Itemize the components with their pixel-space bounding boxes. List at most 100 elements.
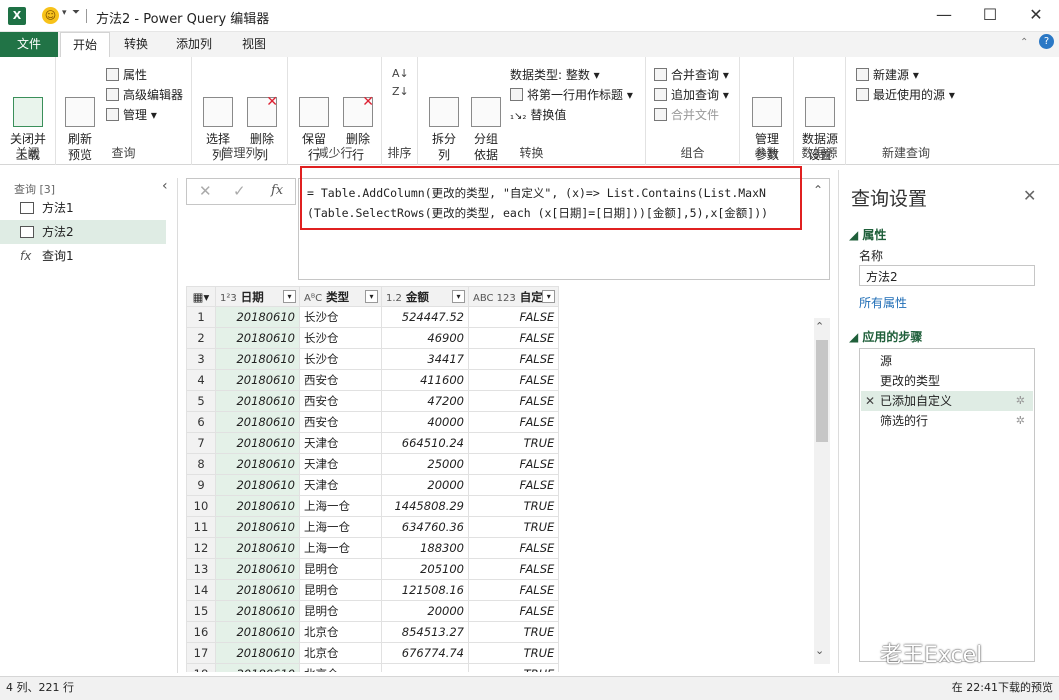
cell-custom[interactable]: FALSE bbox=[467, 411, 560, 433]
column-header-type[interactable]: AᴮC 类型 ▾ bbox=[299, 286, 382, 307]
cell-type[interactable]: 长沙仓 bbox=[299, 327, 382, 349]
cell-type[interactable]: 西安仓 bbox=[299, 369, 382, 391]
collapse-formula-icon[interactable]: ⌃ bbox=[813, 183, 823, 197]
cell-custom[interactable]: FALSE bbox=[467, 579, 560, 601]
step-item[interactable]: 源 bbox=[861, 351, 1033, 371]
cell-type[interactable]: 天津仓 bbox=[299, 474, 382, 496]
close-icon[interactable]: ✕ bbox=[1013, 0, 1059, 32]
row-number[interactable]: 16 bbox=[186, 621, 216, 643]
filter-dropdown-icon[interactable]: ▾ bbox=[542, 290, 556, 303]
table-row[interactable]: 5 20180610 西安仓 47200 FALSE bbox=[186, 390, 560, 412]
tab-transform[interactable]: 转换 bbox=[112, 32, 160, 57]
table-row[interactable]: 16 20180610 北京仓 854513.27 TRUE bbox=[186, 621, 560, 643]
row-number[interactable]: 6 bbox=[186, 411, 216, 433]
cell-date[interactable]: 20180610 bbox=[215, 516, 300, 538]
table-row[interactable]: 12 20180610 上海一仓 188300 FALSE bbox=[186, 537, 560, 559]
table-row[interactable]: 1820180610北京仓 TRUE bbox=[186, 663, 560, 672]
table-row[interactable]: 2 20180610 长沙仓 46900 FALSE bbox=[186, 327, 560, 349]
row-number[interactable]: 3 bbox=[186, 348, 216, 370]
cell-amount[interactable]: 411600 bbox=[381, 369, 469, 391]
remove-columns-button[interactable]: ✕ 删除 列 bbox=[242, 65, 282, 179]
cancel-formula-icon[interactable]: ✕ bbox=[199, 182, 212, 200]
cell-custom[interactable]: TRUE bbox=[467, 621, 560, 643]
delete-step-icon[interactable]: ✕ bbox=[865, 391, 875, 411]
cell-type[interactable]: 长沙仓 bbox=[299, 306, 382, 328]
query-item[interactable]: 方法1 bbox=[0, 196, 166, 220]
cell-date[interactable]: 20180610 bbox=[215, 558, 300, 580]
table-row[interactable]: 4 20180610 西安仓 411600 FALSE bbox=[186, 369, 560, 391]
sort-icons[interactable]: A↓ Z↓ bbox=[392, 65, 409, 101]
confirm-formula-icon[interactable]: ✓ bbox=[233, 182, 246, 200]
cell-type[interactable]: 北京仓 bbox=[299, 663, 382, 672]
choose-columns-button[interactable]: 选择 列 bbox=[198, 65, 238, 179]
data-source-settings-button[interactable]: 数据源 设置 bbox=[798, 65, 842, 179]
cell-custom[interactable]: FALSE bbox=[467, 327, 560, 349]
advanced-editor-button[interactable]: 高级编辑器 bbox=[106, 85, 183, 105]
cell-amount[interactable]: 676774.74 bbox=[381, 642, 469, 664]
table-row[interactable]: 9 20180610 天津仓 20000 FALSE bbox=[186, 474, 560, 496]
row-number[interactable]: 12 bbox=[186, 537, 216, 559]
cell-amount[interactable]: 34417 bbox=[381, 348, 469, 370]
cell-date[interactable]: 20180610 bbox=[215, 306, 300, 328]
cell-date[interactable]: 20180610 bbox=[215, 348, 300, 370]
cell-amount[interactable]: 40000 bbox=[381, 411, 469, 433]
refresh-preview-button[interactable]: 刷新 预览 bbox=[60, 65, 100, 179]
cell-amount[interactable]: 47200 bbox=[381, 390, 469, 412]
tab-add-column[interactable]: 添加列 bbox=[164, 32, 224, 57]
scroll-down-icon[interactable]: ⌄ bbox=[815, 644, 824, 657]
table-row[interactable]: 14 20180610 昆明仓 121508.16 FALSE bbox=[186, 579, 560, 601]
filter-dropdown-icon[interactable]: ▾ bbox=[452, 290, 465, 303]
cell-custom[interactable]: FALSE bbox=[467, 453, 560, 475]
table-row[interactable]: 7 20180610 天津仓 664510.24 TRUE bbox=[186, 432, 560, 454]
cell-date[interactable]: 20180610 bbox=[215, 369, 300, 391]
cell-date[interactable]: 20180610 bbox=[215, 474, 300, 496]
cell-type[interactable]: 昆明仓 bbox=[299, 600, 382, 622]
group-by-button[interactable]: 分组 依据 bbox=[466, 65, 506, 179]
cell-date[interactable]: 20180610 bbox=[215, 663, 300, 672]
cell-date[interactable]: 20180610 bbox=[215, 621, 300, 643]
row-number[interactable]: 5 bbox=[186, 390, 216, 412]
cell-type[interactable]: 昆明仓 bbox=[299, 558, 382, 580]
cell-custom[interactable]: FALSE bbox=[467, 348, 560, 370]
cell-amount[interactable]: 20000 bbox=[381, 600, 469, 622]
cell-type[interactable]: 北京仓 bbox=[299, 621, 382, 643]
table-row[interactable]: 1 20180610 长沙仓 524447.52 FALSE bbox=[186, 306, 560, 328]
cell-date[interactable]: 20180610 bbox=[215, 537, 300, 559]
cell-amount[interactable]: 854513.27 bbox=[381, 621, 469, 643]
query-item[interactable]: fx 查询1 bbox=[0, 244, 166, 268]
cell-amount[interactable]: 25000 bbox=[381, 453, 469, 475]
step-item[interactable]: 更改的类型 bbox=[861, 371, 1033, 391]
row-number[interactable]: 4 bbox=[186, 369, 216, 391]
cell-amount[interactable]: 188300 bbox=[381, 537, 469, 559]
smiley-icon[interactable]: ☺ bbox=[42, 7, 59, 24]
append-queries-button[interactable]: 追加查询 ▾ bbox=[654, 85, 729, 105]
cell-type[interactable]: 西安仓 bbox=[299, 390, 382, 412]
cell-date[interactable]: 20180610 bbox=[215, 600, 300, 622]
table-row[interactable]: 15 20180610 昆明仓 20000 FALSE bbox=[186, 600, 560, 622]
query-item-selected[interactable]: 方法2 bbox=[0, 220, 166, 244]
name-input[interactable]: 方法2 bbox=[859, 265, 1035, 286]
cell-type[interactable]: 天津仓 bbox=[299, 432, 382, 454]
remove-rows-button[interactable]: ✕ 删除 行 bbox=[338, 65, 378, 179]
manage-button[interactable]: 管理 ▾ bbox=[106, 105, 183, 125]
row-number[interactable]: 18 bbox=[186, 663, 216, 672]
collapse-ribbon-icon[interactable]: ⌃ bbox=[1020, 37, 1028, 48]
cell-type[interactable]: 北京仓 bbox=[299, 642, 382, 664]
cell-type[interactable]: 天津仓 bbox=[299, 453, 382, 475]
cell-amount[interactable]: 121508.16 bbox=[381, 579, 469, 601]
collapse-pane-icon[interactable]: ‹ bbox=[162, 178, 168, 194]
table-row[interactable]: 6 20180610 西安仓 40000 FALSE bbox=[186, 411, 560, 433]
split-column-button[interactable]: 拆分 列 bbox=[424, 65, 464, 179]
cell-amount[interactable]: 46900 bbox=[381, 327, 469, 349]
row-number[interactable]: 2 bbox=[186, 327, 216, 349]
scroll-up-icon[interactable]: ⌃ bbox=[815, 320, 824, 333]
filter-dropdown-icon[interactable]: ▾ bbox=[365, 290, 378, 303]
cell-custom[interactable]: FALSE bbox=[467, 537, 560, 559]
cell-amount[interactable] bbox=[381, 663, 469, 672]
cell-amount[interactable]: 524447.52 bbox=[381, 306, 469, 328]
cell-date[interactable]: 20180610 bbox=[215, 579, 300, 601]
table-row[interactable]: 11 20180610 上海一仓 634760.36 TRUE bbox=[186, 516, 560, 538]
row-number[interactable]: 11 bbox=[186, 516, 216, 538]
manage-parameters-button[interactable]: 管理 参数 bbox=[746, 65, 788, 179]
close-pane-icon[interactable]: ✕ bbox=[1023, 186, 1036, 205]
